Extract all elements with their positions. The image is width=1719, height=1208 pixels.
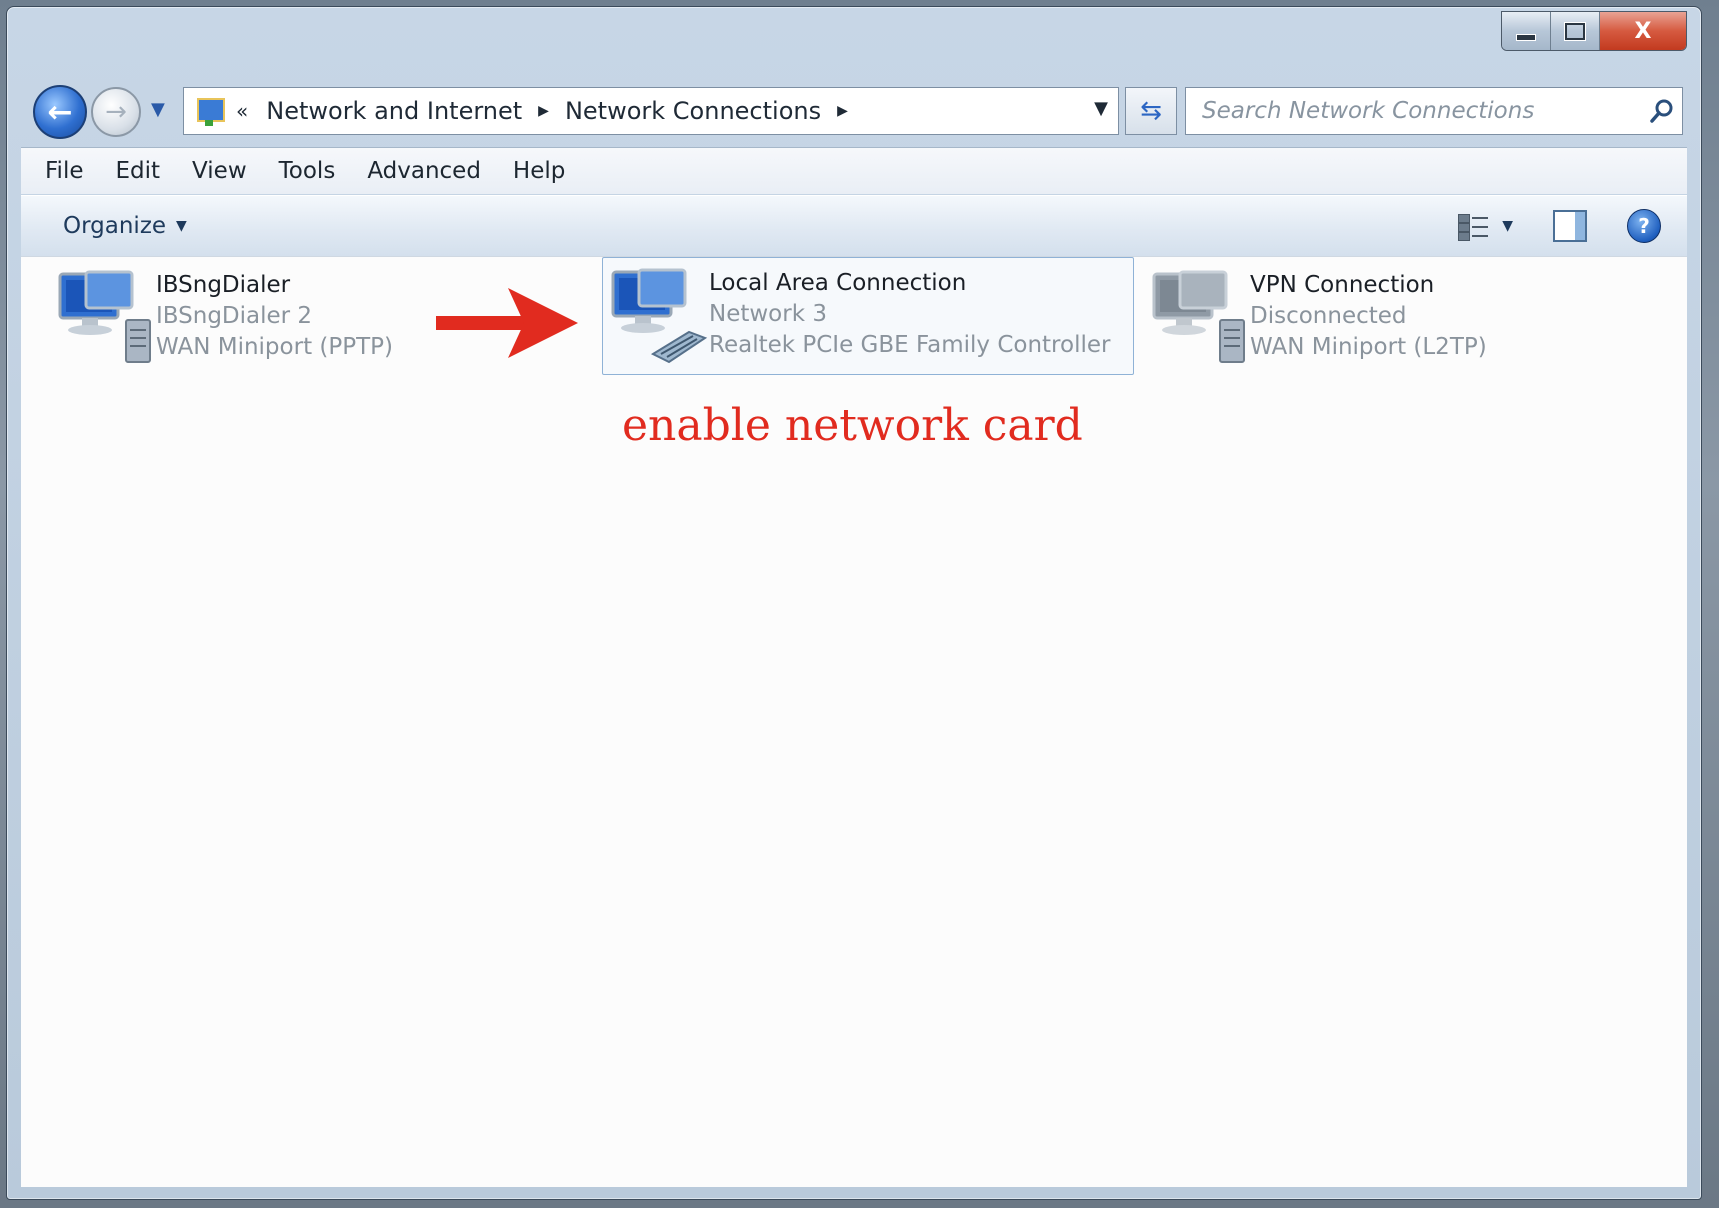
breadcrumb-overflow-button[interactable]: « [236, 99, 248, 123]
change-view-button[interactable]: ▼ [1458, 212, 1513, 241]
network-connection-icon [56, 268, 156, 368]
chevron-down-icon: ▼ [151, 99, 165, 120]
organize-button[interactable]: Organize ▼ [63, 213, 187, 239]
connection-name: IBSngDialer [156, 272, 291, 298]
network-connection-icon [1150, 268, 1250, 368]
preview-pane-icon [1575, 212, 1585, 240]
menu-edit[interactable]: Edit [100, 158, 177, 184]
connections-list: IBSngDialer IBSngDialer 2 WAN Miniport (… [21, 256, 1687, 1187]
search-input[interactable] [1186, 97, 1642, 125]
navigation-bar: ← → ▼ « Network and Internet ▶ Network C… [27, 81, 1683, 141]
chevron-down-icon: ▼ [176, 218, 187, 234]
breadcrumb-separator-icon[interactable]: ▶ [837, 103, 848, 119]
connection-device: Realtek PCIe GBE Family Controller [709, 332, 1111, 358]
arrow-left-icon: ← [47, 94, 73, 130]
command-bar: Organize ▼ ▼ ? [21, 195, 1687, 257]
annotation-text: enable network card [622, 400, 1083, 451]
connection-name: Local Area Connection [709, 270, 967, 296]
annotation-arrow-icon [436, 288, 578, 358]
preview-pane-button[interactable] [1553, 210, 1587, 242]
connection-item-ibsngdialer[interactable]: IBSngDialer IBSngDialer 2 WAN Miniport (… [55, 267, 477, 377]
breadcrumb-separator-icon[interactable]: ▶ [538, 103, 549, 119]
caption-buttons: X [1501, 11, 1687, 51]
network-connection-icon [609, 266, 709, 366]
connection-status: IBSngDialer 2 [156, 303, 313, 329]
search-box[interactable] [1185, 87, 1683, 135]
connection-status: Network 3 [709, 301, 827, 327]
search-icon[interactable] [1642, 98, 1682, 124]
menu-help[interactable]: Help [497, 158, 581, 184]
menu-advanced[interactable]: Advanced [351, 158, 497, 184]
organize-label: Organize [63, 213, 167, 239]
menu-bar: File Edit View Tools Advanced Help [21, 147, 1687, 194]
connection-name: VPN Connection [1250, 272, 1435, 298]
arrow-right-icon: → [105, 97, 127, 127]
refresh-icon: ⇆ [1140, 96, 1162, 126]
view-details-icon [1458, 212, 1489, 241]
breadcrumb-network-connections[interactable]: Network Connections [565, 97, 821, 125]
forward-button[interactable]: → [91, 87, 141, 137]
refresh-button[interactable]: ⇆ [1125, 87, 1177, 135]
maximize-button[interactable] [1551, 12, 1600, 50]
connection-item-vpn-connection[interactable]: VPN Connection Disconnected WAN Miniport… [1149, 267, 1591, 377]
chevron-down-icon: ▼ [1502, 218, 1513, 234]
help-button[interactable]: ? [1627, 209, 1661, 243]
menu-tools[interactable]: Tools [263, 158, 352, 184]
close-button[interactable]: X [1600, 12, 1686, 50]
back-button[interactable]: ← [33, 85, 87, 139]
connection-item-local-area-connection[interactable]: Local Area Connection Network 3 Realtek … [602, 257, 1134, 375]
breadcrumb-network-and-internet[interactable]: Network and Internet [266, 97, 522, 125]
connection-device: WAN Miniport (L2TP) [1250, 334, 1487, 360]
recent-pages-button[interactable]: ▼ [151, 99, 165, 120]
maximize-icon [1565, 22, 1585, 40]
minimize-button[interactable] [1502, 12, 1551, 50]
menu-file[interactable]: File [21, 158, 100, 184]
connection-device: WAN Miniport (PPTP) [156, 334, 393, 360]
address-bar[interactable]: « Network and Internet ▶ Network Connect… [183, 87, 1119, 135]
connection-status: Disconnected [1250, 303, 1407, 329]
close-icon: X [1634, 18, 1652, 44]
explorer-window: X ← → ▼ « Network and Internet ▶ Network… [6, 6, 1702, 1200]
help-icon: ? [1638, 214, 1650, 238]
network-control-panel-icon [194, 96, 225, 126]
address-history-dropdown[interactable]: ▼ [1094, 98, 1108, 119]
menu-view[interactable]: View [176, 158, 263, 184]
minimize-icon [1516, 33, 1536, 41]
